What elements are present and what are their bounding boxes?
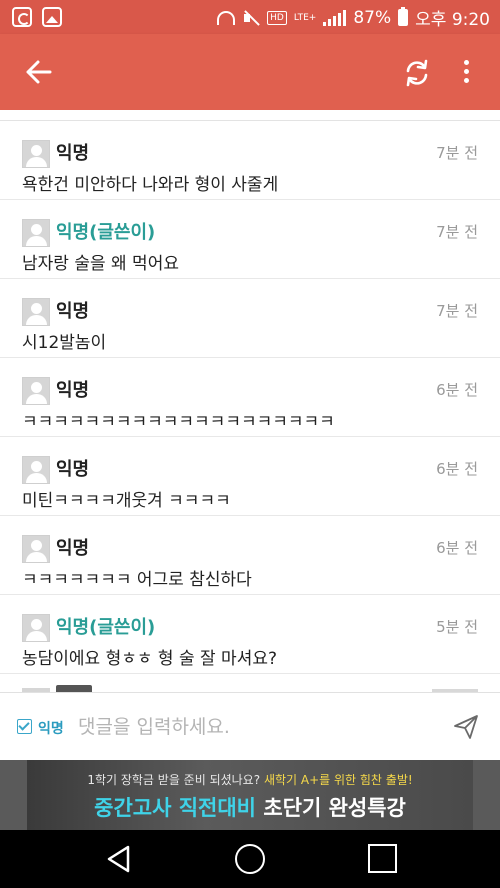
ad-banner[interactable]: 1학기 장학금 받을 준비 되셨나요? 새학기 A+를 위한 힘찬 출발! 중간… <box>0 760 500 830</box>
send-button[interactable] <box>452 713 480 741</box>
status-notifications <box>12 7 62 27</box>
comment-author: 익명 <box>56 301 90 322</box>
avatar <box>22 377 50 405</box>
comment-time: 7분 전 <box>436 223 478 241</box>
send-icon <box>454 715 478 739</box>
nav-home-button[interactable] <box>235 844 265 874</box>
comment-item[interactable]: 익명 6분 전 ㅋㅋㅋㅋㅋㅋㅋㅋㅋㅋㅋㅋㅋㅋㅋㅋㅋㅋㅋㅋ <box>0 358 500 437</box>
ad-subtitle: 1학기 장학금 받을 준비 되셨나요? 새학기 A+를 위한 힘찬 출발! <box>0 771 500 788</box>
avatar <box>22 456 50 484</box>
headphones-icon <box>217 10 236 25</box>
triangle-back-icon <box>107 845 130 873</box>
notification-app-icon <box>12 7 32 27</box>
back-arrow-icon <box>26 60 52 84</box>
back-button[interactable] <box>24 58 54 86</box>
comment-author: 익명 <box>56 380 90 401</box>
clock: 오후 9:20 <box>415 10 490 30</box>
comment-text: 욕한건 미안하다 나와라 형이 사줄게 <box>22 175 279 195</box>
comment-text: 농담이에요 형ㅎㅎ 형 술 잘 마셔요? <box>22 649 278 669</box>
comment-author: 익명 <box>56 459 90 480</box>
comment-author: 익명(글쓴이) <box>56 617 156 638</box>
comment-item[interactable]: 익명(글쓴이) 7분 전 남자랑 술을 왜 먹어요 <box>0 200 500 279</box>
avatar <box>22 535 50 563</box>
refresh-icon <box>406 59 428 87</box>
battery-icon <box>398 7 409 26</box>
gallery-notification-icon <box>42 7 62 27</box>
app-bar <box>0 34 500 110</box>
comment-item[interactable]: 익명 6분 전 ㅋㅋㅋㅋㅋㅋㅋ 어그로 참신하다 <box>0 516 500 595</box>
nav-recent-apps-button[interactable] <box>368 844 397 873</box>
comment-time: 7분 전 <box>436 144 478 162</box>
ad-subtitle-highlight: 새학기 A+를 위한 힘찬 출발! <box>263 773 413 787</box>
ad-headline: 중간고사 직전대비 초단기 완성특강 <box>0 792 500 822</box>
hd-voice-badge: HD <box>267 10 287 25</box>
avatar <box>22 140 50 168</box>
more-vert-icon <box>464 60 469 65</box>
nav-back-button[interactable] <box>104 844 134 874</box>
comment-time: 7분 전 <box>436 302 478 320</box>
comment-author-partial <box>56 685 92 692</box>
avatar <box>22 298 50 326</box>
anonymous-checkbox[interactable] <box>17 719 32 734</box>
lte-indicator: LTE+ <box>293 12 317 23</box>
anonymous-label[interactable]: 익명 <box>38 718 64 738</box>
battery-percent: 87% <box>353 7 392 28</box>
comment-list[interactable]: 익명 7분 전 욕한건 미안하다 나와라 형이 사줄게 익명(글쓴이) 7분 전… <box>0 110 500 692</box>
ad-headline-accent: 중간고사 직전대비 <box>94 796 256 820</box>
system-nav-bar <box>0 830 500 888</box>
refresh-button[interactable] <box>402 58 432 88</box>
avatar <box>22 219 50 247</box>
comment-time: 6분 전 <box>436 381 478 399</box>
comment-input[interactable] <box>78 707 438 747</box>
more-options-button[interactable] <box>454 58 478 86</box>
mute-icon <box>242 9 260 27</box>
ad-headline-text: 초단기 완성특강 <box>263 796 406 820</box>
comment-input-bar: 익명 <box>0 692 500 760</box>
status-bar: HD LTE+ 87% 오후 9:20 <box>0 0 500 34</box>
comment-time: 5분 전 <box>436 618 478 636</box>
comment-text: 남자랑 술을 왜 먹어요 <box>22 254 179 274</box>
ad-subtitle-text: 1학기 장학금 받을 준비 되셨나요? <box>87 773 261 787</box>
comment-author: 익명(글쓴이) <box>56 222 156 243</box>
signal-strength-icon <box>323 9 347 26</box>
comment-item[interactable]: 익명 7분 전 욕한건 미안하다 나와라 형이 사줄게 <box>0 121 500 200</box>
comment-author: 익명 <box>56 538 90 559</box>
comment-text: ㅋㅋㅋㅋㅋㅋㅋ 어그로 참신하다 <box>22 570 252 590</box>
comment-text: ㅋㅋㅋㅋㅋㅋㅋㅋㅋㅋㅋㅋㅋㅋㅋㅋㅋㅋㅋㅋ <box>22 412 335 432</box>
comment-time: 6분 전 <box>436 460 478 478</box>
comment-text: 미틴ㅋㅋㅋㅋ개웃겨 ㅋㅋㅋㅋ <box>22 491 231 511</box>
comment-author: 익명 <box>56 143 90 164</box>
comment-item[interactable]: 익명 7분 전 시12발놈이 <box>0 279 500 358</box>
avatar <box>22 614 50 642</box>
comment-time: 6분 전 <box>436 539 478 557</box>
comment-item[interactable]: 익명 6분 전 미틴ㅋㅋㅋㅋ개웃겨 ㅋㅋㅋㅋ <box>0 437 500 516</box>
comment-item[interactable]: 익명(글쓴이) 5분 전 농담이에요 형ㅎㅎ 형 술 잘 마셔요? <box>0 595 500 674</box>
comment-text: 시12발놈이 <box>22 333 107 353</box>
status-indicators: HD LTE+ 87% 오후 9:20 <box>217 5 490 30</box>
